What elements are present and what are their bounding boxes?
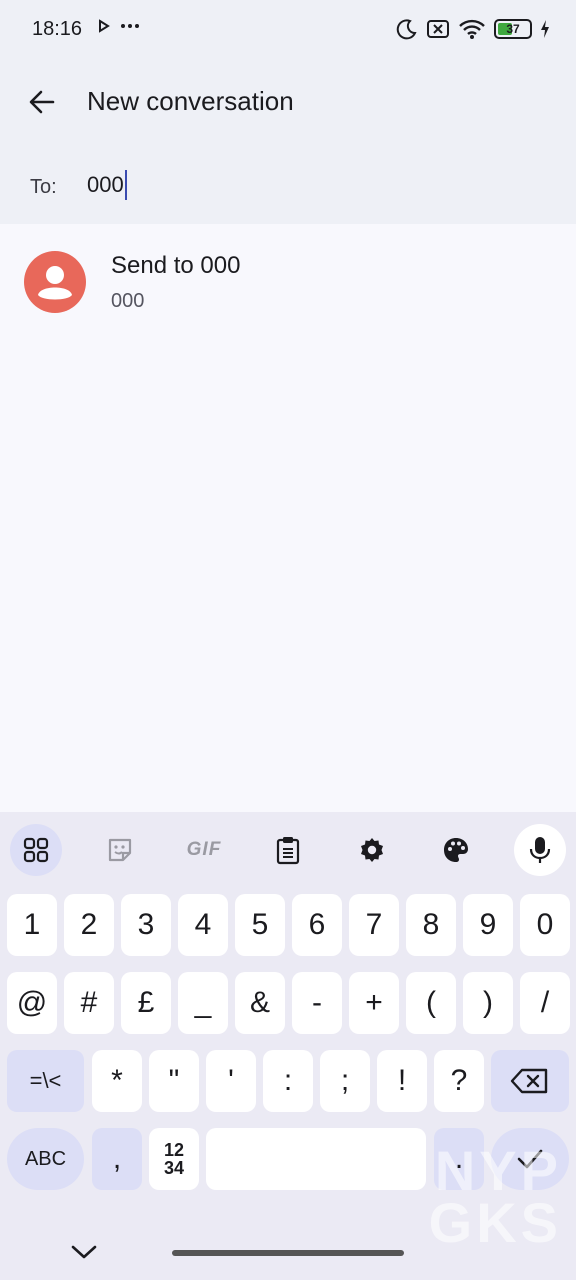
key[interactable]: £ [121, 972, 171, 1034]
suggestion-number: 000 [111, 290, 145, 312]
recipient-input[interactable]: 000 [87, 170, 127, 200]
space-key[interactable] [206, 1128, 426, 1190]
theme-button[interactable] [430, 824, 482, 876]
settings-button[interactable] [346, 824, 398, 876]
avatar [24, 251, 86, 313]
abc-key[interactable]: ABC [7, 1128, 84, 1190]
key[interactable]: ? [434, 1050, 484, 1112]
key[interactable]: - [292, 972, 342, 1034]
wifi-icon [459, 19, 485, 39]
key[interactable]: " [149, 1050, 199, 1112]
key[interactable]: @ [7, 972, 57, 1034]
status-bar: 18:16 37 [0, 0, 576, 60]
watermark: NYP GKS [428, 1139, 562, 1254]
hide-keyboard-button[interactable] [66, 1238, 102, 1266]
battery-level: 37 [506, 22, 520, 36]
backspace-icon [510, 1068, 548, 1094]
gear-icon [361, 838, 383, 862]
key[interactable]: 7 [349, 894, 399, 956]
key[interactable]: ) [463, 972, 513, 1034]
send-to-suggestion[interactable]: Send to 000 000 [0, 232, 576, 332]
gif-button[interactable]: GIF [178, 824, 230, 876]
watermark-line2: GKS [428, 1191, 562, 1254]
key[interactable]: 2 [64, 894, 114, 956]
key[interactable]: 1 [7, 894, 57, 956]
more-dots-icon [121, 24, 139, 28]
recipient-input-value: 000 [87, 172, 124, 197]
grid-icon [23, 837, 49, 863]
key[interactable]: 0 [520, 894, 570, 956]
charging-icon [541, 20, 549, 38]
key[interactable]: # [64, 972, 114, 1034]
sticker-icon [108, 838, 132, 862]
moon-icon [396, 19, 417, 40]
key[interactable]: _ [178, 972, 228, 1034]
numpad-switch-key[interactable]: 12 34 [149, 1128, 199, 1190]
key[interactable]: : [263, 1050, 313, 1112]
person-icon [38, 266, 72, 300]
key[interactable]: ; [320, 1050, 370, 1112]
numpad-top-label: 12 [163, 1140, 185, 1160]
arrow-back-icon [29, 90, 55, 114]
suggestion-title: Send to 000 [111, 252, 241, 279]
comma-key[interactable]: , [92, 1128, 142, 1190]
mic-icon [529, 837, 551, 863]
clipboard-button[interactable] [262, 824, 314, 876]
key[interactable]: ' [206, 1050, 256, 1112]
key[interactable]: * [92, 1050, 142, 1112]
palette-icon [444, 838, 468, 862]
recipient-row: To: 000 [0, 144, 576, 224]
key[interactable]: + [349, 972, 399, 1034]
back-button[interactable] [18, 78, 66, 126]
key[interactable]: 4 [178, 894, 228, 956]
key[interactable]: 5 [235, 894, 285, 956]
sim-off-icon [427, 20, 449, 38]
numpad-bottom-label: 34 [163, 1158, 185, 1178]
text-caret [124, 170, 127, 200]
key[interactable]: 3 [121, 894, 171, 956]
key[interactable]: & [235, 972, 285, 1034]
recipient-label: To: [30, 176, 57, 198]
sticker-button[interactable] [94, 824, 146, 876]
backspace-key[interactable] [491, 1050, 569, 1112]
key[interactable]: ! [377, 1050, 427, 1112]
voice-input-button[interactable] [514, 824, 566, 876]
battery-icon: 37 [494, 19, 532, 39]
keyboard-toolbar: GIF [0, 812, 576, 888]
chevron-down-icon [71, 1245, 97, 1259]
gif-label: GIF [186, 839, 222, 860]
key[interactable]: ( [406, 972, 456, 1034]
key[interactable]: / [520, 972, 570, 1034]
key[interactable]: 6 [292, 894, 342, 956]
page-title: New conversation [87, 86, 294, 116]
clipboard-icon [276, 837, 300, 865]
key[interactable]: 8 [406, 894, 456, 956]
more-symbols-key[interactable]: =\< [7, 1050, 84, 1112]
key[interactable]: 9 [463, 894, 513, 956]
gesture-handle[interactable] [172, 1250, 404, 1256]
apps-grid-button[interactable] [10, 824, 62, 876]
watermark-line1: NYP [434, 1139, 562, 1202]
app-bar: New conversation [0, 60, 576, 144]
status-time: 18:16 [32, 18, 83, 40]
play-icon [99, 19, 110, 33]
